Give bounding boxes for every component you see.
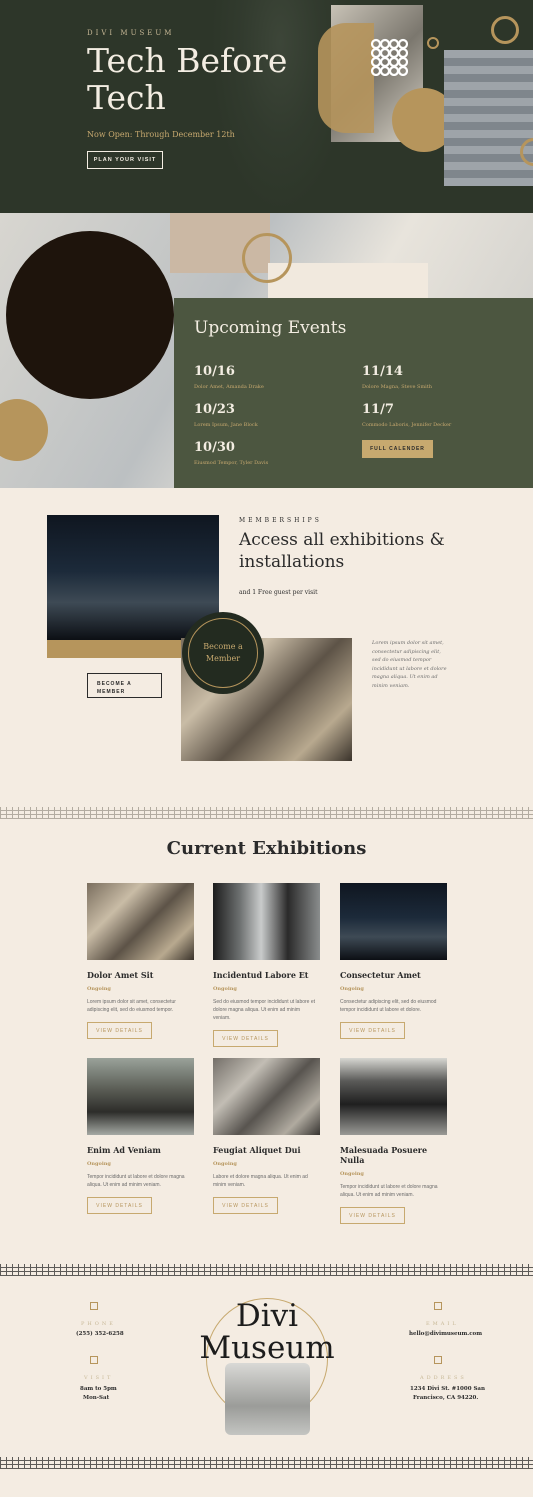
event-date: 10/23 <box>194 402 235 417</box>
events-gold-circle <box>0 399 48 461</box>
location-icon <box>434 1356 442 1364</box>
event-names: Lorem Ipsum, Jane Block <box>194 422 258 428</box>
exhibitions-section: Current Exhibitions Dolor Amet Sit Ongoi… <box>0 798 533 1258</box>
exhibition-card[interactable]: Enim Ad Veniam Ongoing Tempor incididunt… <box>87 1058 194 1214</box>
exhibition-title[interactable]: Feugiat Aliquet Dui <box>213 1145 320 1155</box>
view-details-button[interactable]: VIEW DETAILS <box>340 1022 405 1039</box>
exhibition-status: Ongoing <box>87 1161 111 1167</box>
exhibition-card[interactable]: Consectetur Amet Ongoing Consectetur adi… <box>340 883 447 1039</box>
exhibition-title[interactable]: Dolor Amet Sit <box>87 970 194 980</box>
view-details-button[interactable]: VIEW DETAILS <box>213 1197 278 1214</box>
plan-visit-button[interactable]: PLAN YOUR VISIT <box>87 151 163 169</box>
meander-divider <box>0 807 533 819</box>
hero-stairs-photo <box>444 50 533 186</box>
exhibition-status: Ongoing <box>213 986 237 992</box>
hours-line-2: Mon-Sat <box>83 1395 110 1401</box>
exhibition-status: Ongoing <box>213 1161 237 1167</box>
exhibition-card[interactable]: Malesuada Posuere Nulla Ongoing Tempor i… <box>340 1058 447 1224</box>
become-member-button[interactable]: BECOME A MEMBER <box>87 673 162 698</box>
events-heading: Upcoming Events <box>194 318 347 338</box>
hours-line-1: 8am to 5pm <box>80 1386 117 1392</box>
email-icon <box>434 1302 442 1310</box>
exhibition-image[interactable] <box>340 883 447 960</box>
hero-eyebrow: DIVI MUSEUM <box>87 29 175 37</box>
memberships-eyebrow: MEMBERSHIPS <box>239 517 322 524</box>
circles-pattern-icon <box>370 38 408 76</box>
event-date: 11/7 <box>362 402 394 417</box>
event-names: Dolore Magna, Steve Smith <box>362 384 433 390</box>
become-member-badge[interactable]: Become a Member <box>182 612 264 694</box>
view-details-button[interactable]: VIEW DETAILS <box>87 1197 152 1214</box>
email-value[interactable]: hello@divimuseum.com <box>409 1330 482 1339</box>
exhibition-title[interactable]: Malesuada Posuere Nulla <box>340 1145 447 1165</box>
memberships-section: Become a Member BECOME A MEMBER MEMBERSH… <box>0 488 533 798</box>
hero-section: DIVI MUSEUM Tech Before Tech Now Open: T… <box>0 0 533 213</box>
exhibition-description: Sed do eiusmod tempor incididunt ut labo… <box>213 999 316 1021</box>
exhibition-title[interactable]: Enim Ad Veniam <box>87 1145 194 1155</box>
exhibition-title[interactable]: Consectetur Amet <box>340 970 447 980</box>
events-ring <box>242 233 292 283</box>
hero-title: Tech Before Tech <box>87 41 288 117</box>
exhibition-card[interactable]: Dolor Amet Sit Ongoing Lorem ipsum dolor… <box>87 883 194 1039</box>
phone-icon <box>90 1302 98 1310</box>
memberships-body: Lorem ipsum dolor sit amet, consectetur … <box>372 640 447 689</box>
event-names: Dolor Amet, Amanda Drake <box>194 384 264 390</box>
exhibition-status: Ongoing <box>340 986 364 992</box>
exhibition-description: Labore et dolore magna aliqua. Ut enim a… <box>213 1174 308 1188</box>
event-names: Commodo Laboris, Jennifer Decker <box>362 422 452 428</box>
exhibition-status: Ongoing <box>87 986 111 992</box>
hero-ring <box>491 16 519 44</box>
memberships-city-photo <box>47 515 219 640</box>
memberships-subline: and 1 Free guest per visit <box>239 589 318 596</box>
phone-value[interactable]: (255) 352-6258 <box>76 1330 124 1339</box>
meander-divider <box>0 1457 533 1469</box>
exhibition-description: Tempor incididunt ut labore et dolore ma… <box>340 1184 438 1198</box>
address-line-1: 1234 Divi St. #1000 San <box>410 1386 485 1392</box>
events-section: Upcoming Events 10/16 Dolor Amet, Amanda… <box>0 213 533 488</box>
visit-label: VISIT <box>84 1375 114 1381</box>
logo-column-base <box>225 1363 310 1435</box>
footer-section: Divi Museum PHONE (255) 352-6258 VISIT 8… <box>0 1258 533 1497</box>
view-details-button[interactable]: VIEW DETAILS <box>340 1207 405 1224</box>
exhibition-card[interactable]: Incidentud Labore Et Ongoing Sed do eius… <box>213 883 320 1047</box>
full-calendar-button[interactable]: FULL CALENDER <box>362 440 433 458</box>
view-details-button[interactable]: VIEW DETAILS <box>87 1022 152 1039</box>
clock-icon <box>90 1356 98 1364</box>
meander-divider <box>0 1264 533 1276</box>
exhibition-card[interactable]: Feugiat Aliquet Dui Ongoing Labore et do… <box>213 1058 320 1214</box>
hero-gold-shape <box>318 23 374 133</box>
exhibition-status: Ongoing <box>340 1171 364 1177</box>
exhibition-description: Lorem ipsum dolor sit amet, consectetur … <box>87 999 176 1013</box>
events-panel: Upcoming Events 10/16 Dolor Amet, Amanda… <box>174 298 533 488</box>
exhibition-description: Consectetur adipiscing elit, sed do eius… <box>340 999 437 1013</box>
event-date: 11/14 <box>362 364 403 379</box>
events-dark-circle <box>6 231 174 399</box>
hero-small-ring <box>427 37 439 49</box>
view-details-button[interactable]: VIEW DETAILS <box>213 1030 278 1047</box>
exhibition-image[interactable] <box>87 1058 194 1135</box>
exhibitions-heading: Current Exhibitions <box>166 838 367 859</box>
memberships-heading: Access all exhibitions & installations <box>239 530 445 572</box>
event-date: 10/16 <box>194 364 235 379</box>
badge-label: Become a Member <box>203 642 243 663</box>
exhibition-image[interactable] <box>213 1058 320 1135</box>
hero-subtitle: Now Open: Through December 12th <box>87 130 235 139</box>
footer-logo[interactable]: Divi Museum <box>180 1300 354 1364</box>
exhibition-image[interactable] <box>213 883 320 960</box>
email-label: EMAIL <box>426 1321 459 1327</box>
address-line-2: Francisco, CA 94220. <box>413 1395 479 1401</box>
exhibition-description: Tempor incididunt ut labore et dolore ma… <box>87 1174 185 1188</box>
exhibition-image[interactable] <box>340 1058 447 1135</box>
event-names: Eiusmod Tempor, Tyler Davis <box>194 460 269 466</box>
exhibition-image[interactable] <box>87 883 194 960</box>
exhibition-title[interactable]: Incidentud Labore Et <box>213 970 320 980</box>
phone-label: PHONE <box>81 1321 116 1327</box>
badge-ring: Become a Member <box>188 618 258 688</box>
address-label: ADDRESS <box>420 1375 467 1381</box>
events-cream-block <box>268 263 428 298</box>
event-date: 10/30 <box>194 440 235 455</box>
